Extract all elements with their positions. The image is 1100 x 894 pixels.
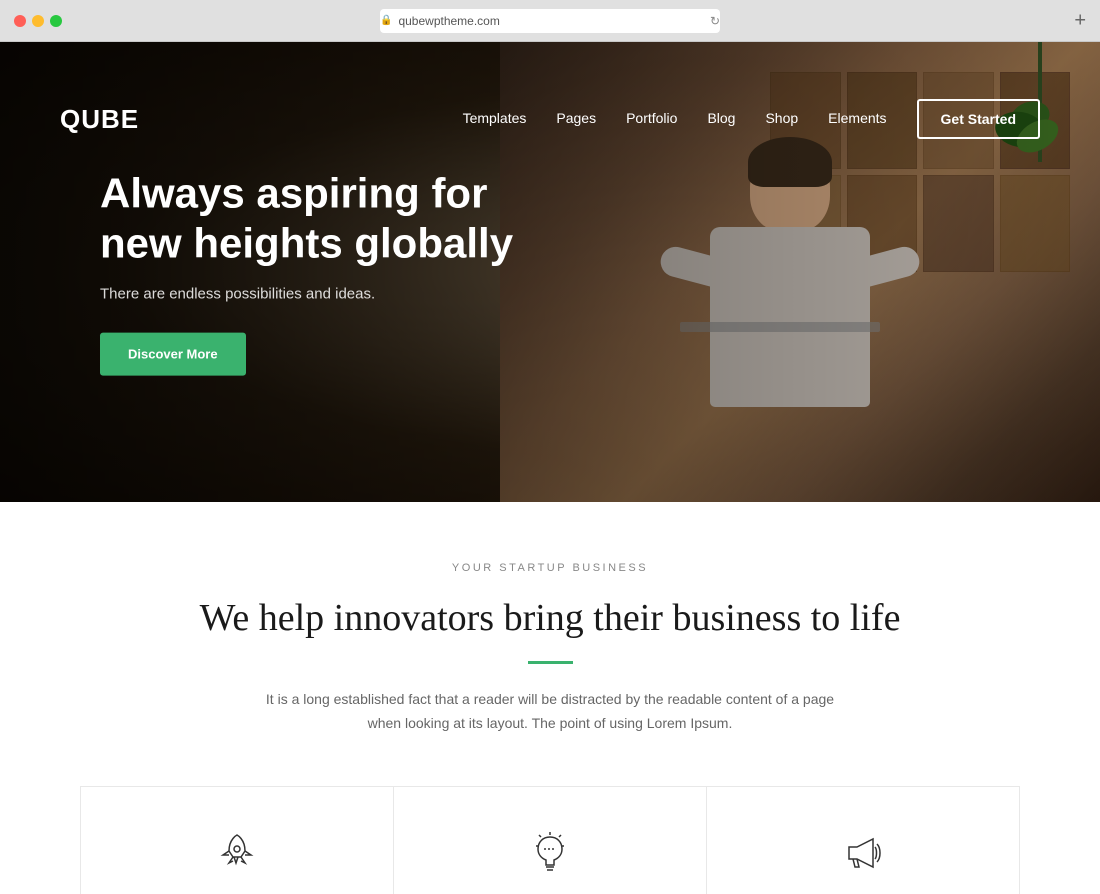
nav-links-list: Templates Pages Portfolio Blog Shop Elem… xyxy=(463,110,887,128)
nav-item-elements[interactable]: Elements xyxy=(828,110,886,128)
website-content: QUBE Templates Pages Portfolio Blog Shop… xyxy=(0,42,1100,894)
feature-card-branding: Personal Branding xyxy=(80,786,394,894)
nav-item-shop[interactable]: Shop xyxy=(765,110,798,128)
refresh-icon[interactable]: ↻ xyxy=(710,14,720,28)
hero-subtitle: There are endless possibilities and idea… xyxy=(100,285,520,302)
megaphone-icon xyxy=(837,827,889,879)
nav-link-blog[interactable]: Blog xyxy=(707,110,735,126)
lock-icon: 🔒 xyxy=(380,15,392,26)
browser-chrome: 🔒 qubewptheme.com ↻ + xyxy=(0,0,1100,42)
maximize-button[interactable] xyxy=(50,15,62,27)
nav-item-templates[interactable]: Templates xyxy=(463,110,527,128)
nav-item-pages[interactable]: Pages xyxy=(556,110,596,128)
rocket-icon xyxy=(211,827,263,879)
feature-cards-container: Personal Branding xyxy=(20,786,1080,894)
section-divider xyxy=(528,661,573,664)
feature-card-marketing: Online Marketing xyxy=(707,786,1020,894)
main-navigation: QUBE Templates Pages Portfolio Blog Shop… xyxy=(40,84,1060,154)
section-label: YOUR STARTUP BUSINESS xyxy=(20,562,1080,574)
nav-link-pages[interactable]: Pages xyxy=(556,110,596,126)
get-started-button[interactable]: Get Started xyxy=(917,99,1040,139)
discover-more-button[interactable]: Discover More xyxy=(100,332,246,375)
hero-title: Always aspiring for new heights globally xyxy=(100,169,520,270)
nav-link-portfolio[interactable]: Portfolio xyxy=(626,110,677,126)
url-text: qubewptheme.com xyxy=(398,14,499,28)
hero-section: QUBE Templates Pages Portfolio Blog Shop… xyxy=(0,42,1100,502)
nav-item-portfolio[interactable]: Portfolio xyxy=(626,110,677,128)
address-bar[interactable]: 🔒 qubewptheme.com ↻ xyxy=(380,9,720,33)
nav-link-templates[interactable]: Templates xyxy=(463,110,527,126)
hero-content: Always aspiring for new heights globally… xyxy=(100,169,520,376)
nav-item-blog[interactable]: Blog xyxy=(707,110,735,128)
new-tab-button[interactable]: + xyxy=(1074,9,1086,32)
nav-link-elements[interactable]: Elements xyxy=(828,110,886,126)
feature-card-consulting: Business Consulting xyxy=(394,786,707,894)
startup-section: YOUR STARTUP BUSINESS We help innovators… xyxy=(0,502,1100,894)
nav-link-shop[interactable]: Shop xyxy=(765,110,798,126)
section-body: It is a long established fact that a rea… xyxy=(250,688,850,736)
site-logo[interactable]: QUBE xyxy=(60,104,139,135)
close-button[interactable] xyxy=(14,15,26,27)
traffic-lights xyxy=(14,15,62,27)
minimize-button[interactable] xyxy=(32,15,44,27)
section-title: We help innovators bring their business … xyxy=(20,594,1080,643)
lightbulb-icon xyxy=(524,827,576,879)
